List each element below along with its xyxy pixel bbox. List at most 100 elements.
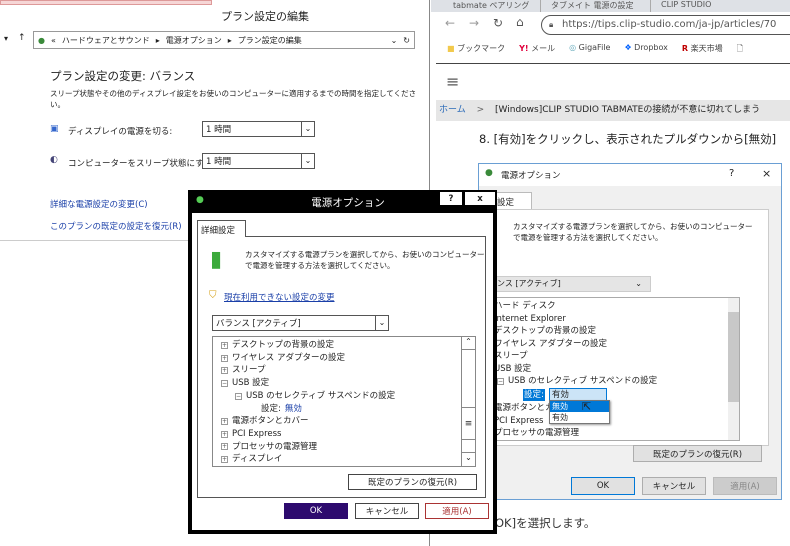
- ref-tree-item: +スリープ: [483, 350, 739, 363]
- display-off-select[interactable]: 1 時間 ⌄: [202, 121, 315, 137]
- advanced-settings-link[interactable]: 詳細な電源設定の変更(C): [50, 198, 148, 210]
- breadcrumb-power[interactable]: 電源オプション: [166, 35, 222, 46]
- bookmark-dropbox[interactable]: ❖ Dropbox: [624, 43, 667, 57]
- up-arrow-icon[interactable]: ↑: [18, 33, 26, 43]
- cancel-button[interactable]: キャンセル: [355, 503, 419, 519]
- tree-item: + スリープ: [221, 365, 266, 376]
- window-title: プラン設定の編集: [221, 10, 309, 23]
- ref-help-button: ?: [729, 168, 735, 179]
- refresh-icon[interactable]: ↻: [403, 36, 410, 45]
- breadcrumb-separator: >: [476, 105, 485, 115]
- ref-intro: カスタマイズする電源プランを選択してから、お使いのコンピューター で電源を管理する…: [513, 222, 753, 242]
- gigafile-icon: ◎: [569, 43, 577, 52]
- recent-dropdown-icon[interactable]: ▾: [4, 34, 8, 43]
- ref-tree-item: +ハード ディスク: [483, 300, 739, 313]
- tab-2[interactable]: タブメイト 電源の設定: [541, 0, 651, 12]
- intro-text: カスタマイズする電源プランを選択してから、お使いのコンピューター で電源を管理する…: [245, 250, 485, 270]
- dialog-body: 詳細設定 ▮ カスタマイズする電源プランを選択してから、お使いのコンピューターで…: [192, 213, 493, 530]
- ref-dialog-title: 電源オプション: [501, 171, 561, 181]
- tree-item: + PCI Express: [221, 428, 282, 439]
- address-bar[interactable]: ● « ハードウェアとサウンド ▸ 電源オプション ▸ プラン設定の編集 ⌄ ↻: [33, 31, 415, 49]
- ref-tree-item: +プロセッサの電源管理: [483, 427, 739, 440]
- ref-option: 無効: [550, 401, 609, 412]
- expand-icon: +: [221, 354, 228, 362]
- mouse-cursor-icon: ⇱: [582, 400, 592, 413]
- ref-scrollbar: [728, 298, 739, 440]
- power-options-icon: ●: [196, 195, 204, 205]
- ref-dropdown-list: 無効 有効: [549, 400, 610, 424]
- power-options-icon: ●: [485, 168, 493, 178]
- tree-item: + デスクトップの背景の設定: [221, 340, 335, 350]
- scroll-down-icon[interactable]: ⌄: [462, 452, 475, 464]
- history-dropdown-icon[interactable]: ⌄: [391, 36, 398, 45]
- restore-defaults-link[interactable]: このプランの既定の設定を復元(R): [50, 220, 182, 232]
- tab-advanced[interactable]: 詳細設定: [197, 220, 246, 237]
- ref-restore-button: 既定のプランの復元(R): [633, 445, 762, 462]
- help-button[interactable]: ?: [440, 192, 462, 205]
- lock-icon: 🔒︎: [549, 20, 554, 29]
- expand-icon: +: [221, 456, 228, 464]
- bookmark-gigafile[interactable]: ◎ GigaFile: [569, 43, 610, 57]
- settings-tree[interactable]: + デスクトップの背景の設定 + ワイヤレス アダプターの設定 + スリープ − USB…: [212, 336, 476, 467]
- expand-icon: +: [221, 341, 228, 349]
- chevron-down-icon: ⌄: [375, 316, 388, 330]
- plan-select[interactable]: バランス [アクティブ] ⌄: [212, 315, 389, 331]
- chevron-right-icon: ▸: [155, 35, 160, 45]
- tree-item: + プロセッサの電源管理: [221, 441, 318, 452]
- sleep-icon: ◐: [50, 155, 58, 165]
- collapse-icon: −: [235, 392, 242, 400]
- ref-tree-item: +PCI Express: [483, 415, 739, 428]
- tree-item: − USB 設定: [221, 378, 270, 389]
- expand-icon: +: [221, 418, 228, 426]
- tab-panel: ▮ カスタマイズする電源プランを選択してから、お使いのコンピューター で電源を管理…: [197, 236, 486, 498]
- breadcrumb-hardware[interactable]: ハードウェアとサウンド: [62, 35, 150, 46]
- apply-button[interactable]: 適用(A): [425, 503, 489, 519]
- ref-plan-select: バランス [アクティブ] ⌄: [478, 276, 651, 292]
- ok-button[interactable]: OK: [284, 503, 348, 519]
- breadcrumb-edit[interactable]: プラン設定の編集: [238, 35, 302, 46]
- ref-cancel-button: キャンセル: [642, 477, 706, 495]
- ref-tree-item: − USB のセレクティブ サスペンドの設定: [497, 376, 658, 386]
- change-unavailable-settings-link[interactable]: 現在利用できない設定の変更: [224, 291, 335, 303]
- chevron-right-icon: ▸: [227, 35, 232, 45]
- ref-ok-button: OK: [571, 477, 635, 495]
- url-bar[interactable]: https://tips.clip-studio.com/ja-jp/artic…: [541, 15, 790, 35]
- after-text: OK]を選択します。: [495, 516, 596, 530]
- chevron-down-icon: ⌄: [301, 154, 314, 168]
- page-heading: プラン設定の変更: バランス: [50, 69, 196, 83]
- scroll-up-icon[interactable]: ⌃: [462, 337, 475, 350]
- breadcrumb-home-link[interactable]: ホーム: [439, 105, 466, 115]
- bookmark-folder[interactable]: ■ ブックマーク: [447, 43, 505, 57]
- forward-icon[interactable]: →: [469, 16, 479, 30]
- tree-item: + 電源ボタンとカバー: [221, 416, 309, 427]
- expand-icon: +: [221, 367, 228, 375]
- restore-plan-button[interactable]: 既定のプランの復元(R): [348, 474, 477, 490]
- control-panel-icon: ●: [38, 35, 45, 45]
- breadcrumb-overflow[interactable]: «: [51, 36, 56, 45]
- display-icon: ▣: [50, 124, 59, 134]
- article-screenshot-dialog: ● 電源オプション ? × 詳細設定 ▮ カスタマイズする電源プランを選択してか…: [477, 163, 782, 500]
- bookmark-mail[interactable]: Y! メール: [519, 43, 555, 57]
- tree-scrollbar[interactable]: ⌃ ≡ ⌄: [461, 337, 475, 466]
- tab-3[interactable]: CLIP STUDIO: [651, 0, 761, 12]
- back-icon[interactable]: ←: [445, 16, 455, 30]
- ref-title-bar: ● 電源オプション ? ×: [479, 164, 781, 186]
- setting-value[interactable]: 無効: [285, 403, 302, 416]
- tree-item: + ワイヤレス アダプターの設定: [221, 352, 345, 363]
- page-icon[interactable]: 🗋︎: [737, 43, 743, 57]
- home-icon[interactable]: ⌂: [516, 15, 524, 29]
- tab-1[interactable]: tabmate ペアリング: [431, 0, 541, 12]
- sleep-select[interactable]: 1 時間 ⌄: [202, 153, 315, 169]
- scroll-thumb[interactable]: ≡: [462, 408, 475, 440]
- folder-icon: ■: [447, 44, 455, 53]
- ref-tree-item: +電源ボタンとカバー: [483, 402, 739, 415]
- hamburger-menu-icon[interactable]: ≡: [446, 72, 459, 91]
- battery-icon: ▮: [210, 247, 223, 272]
- bookmark-rakuten[interactable]: R 楽天市場: [682, 43, 723, 57]
- ref-tree-item: +Internet Explorer: [483, 313, 739, 326]
- reload-icon[interactable]: ↻: [493, 16, 503, 30]
- bookmarks-bar: ■ ブックマーク Y! メール ◎ GigaFile ❖ Dropbox R 楽…: [447, 43, 743, 57]
- shield-icon: ⛉: [209, 290, 217, 301]
- yahoo-icon: Y!: [519, 44, 529, 53]
- close-button[interactable]: x: [465, 192, 495, 205]
